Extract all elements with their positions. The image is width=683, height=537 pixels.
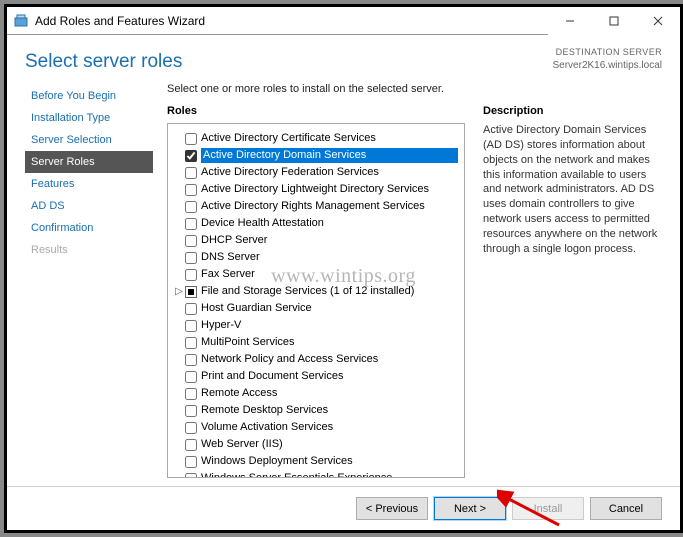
next-button[interactable]: Next >: [434, 497, 506, 520]
role-label[interactable]: DNS Server: [201, 250, 458, 265]
role-checkbox[interactable]: [185, 337, 197, 349]
role-checkbox[interactable]: [185, 269, 197, 281]
role-row[interactable]: DHCP Server: [172, 232, 460, 249]
maximize-button[interactable]: [592, 7, 636, 35]
stepper: Before You BeginInstallation TypeServer …: [25, 79, 153, 478]
role-label[interactable]: Windows Server Essentials Experience: [201, 471, 458, 478]
install-button[interactable]: Install: [512, 497, 584, 520]
role-row[interactable]: Fax Server: [172, 266, 460, 283]
role-row[interactable]: Windows Deployment Services: [172, 453, 460, 470]
role-row[interactable]: Active Directory Rights Management Servi…: [172, 198, 460, 215]
role-row[interactable]: Active Directory Certificate Services: [172, 130, 460, 147]
role-checkbox[interactable]: [185, 388, 197, 400]
role-label[interactable]: DHCP Server: [201, 233, 458, 248]
cancel-button[interactable]: Cancel: [590, 497, 662, 520]
description-panel: Description Active Directory Domain Serv…: [465, 105, 662, 478]
role-label[interactable]: Remote Desktop Services: [201, 403, 458, 418]
role-row[interactable]: Print and Document Services: [172, 368, 460, 385]
role-label[interactable]: File and Storage Services (1 of 12 insta…: [201, 284, 458, 299]
step-results: Results: [25, 239, 153, 261]
role-checkbox[interactable]: [185, 201, 197, 213]
role-label[interactable]: Windows Deployment Services: [201, 454, 458, 469]
app-icon: [13, 13, 29, 29]
role-checkbox[interactable]: [185, 354, 197, 366]
title-bar: Add Roles and Features Wizard: [7, 7, 680, 35]
role-checkbox[interactable]: [185, 184, 197, 196]
wizard-window: Add Roles and Features Wizard Select ser…: [7, 7, 680, 530]
role-row[interactable]: MultiPoint Services: [172, 334, 460, 351]
window-title: Add Roles and Features Wizard: [35, 14, 205, 28]
roles-heading: Roles: [167, 105, 465, 117]
instruction-text: Select one or more roles to install on t…: [167, 83, 662, 95]
close-button[interactable]: [636, 7, 680, 35]
role-row[interactable]: Remote Access: [172, 385, 460, 402]
role-checkbox[interactable]: [185, 133, 197, 145]
role-row[interactable]: Active Directory Lightweight Directory S…: [172, 181, 460, 198]
role-checkbox[interactable]: [185, 252, 197, 264]
description-text: Active Directory Domain Services (AD DS)…: [483, 123, 662, 257]
role-checkbox[interactable]: [185, 371, 197, 383]
description-heading: Description: [483, 105, 662, 117]
main-column: Select one or more roles to install on t…: [153, 79, 662, 478]
role-row[interactable]: Remote Desktop Services: [172, 402, 460, 419]
roles-list[interactable]: Active Directory Certificate Services Act…: [167, 123, 465, 478]
role-checkbox[interactable]: [185, 473, 197, 479]
role-row[interactable]: Active Directory Federation Services: [172, 164, 460, 181]
role-checkbox[interactable]: [185, 320, 197, 332]
minimize-button[interactable]: [548, 7, 592, 35]
role-checkbox[interactable]: [185, 286, 197, 298]
role-row[interactable]: Windows Server Essentials Experience: [172, 470, 460, 478]
role-label[interactable]: MultiPoint Services: [201, 335, 458, 350]
role-label[interactable]: Print and Document Services: [201, 369, 458, 384]
role-label[interactable]: Fax Server: [201, 267, 458, 282]
role-row[interactable]: Volume Activation Services: [172, 419, 460, 436]
step-server-selection[interactable]: Server Selection: [25, 129, 153, 151]
role-row[interactable]: Network Policy and Access Services: [172, 351, 460, 368]
step-server-roles[interactable]: Server Roles: [25, 151, 153, 173]
role-label[interactable]: Device Health Attestation: [201, 216, 458, 231]
header: Select server roles DESTINATION SERVER S…: [7, 35, 680, 79]
role-checkbox[interactable]: [185, 422, 197, 434]
role-checkbox[interactable]: [185, 235, 197, 247]
role-label[interactable]: Active Directory Federation Services: [201, 165, 458, 180]
roles-panel: Roles Active Directory Certificate Servi…: [167, 105, 465, 478]
role-label[interactable]: Remote Access: [201, 386, 458, 401]
role-row[interactable]: Device Health Attestation: [172, 215, 460, 232]
role-checkbox[interactable]: [185, 405, 197, 417]
step-features[interactable]: Features: [25, 173, 153, 195]
role-label[interactable]: Active Directory Domain Services: [201, 148, 458, 163]
role-checkbox[interactable]: [185, 218, 197, 230]
role-label[interactable]: Hyper-V: [201, 318, 458, 333]
role-label[interactable]: Volume Activation Services: [201, 420, 458, 435]
step-before-you-begin[interactable]: Before You Begin: [25, 85, 153, 107]
previous-button[interactable]: < Previous: [356, 497, 428, 520]
step-confirmation[interactable]: Confirmation: [25, 217, 153, 239]
role-label[interactable]: Active Directory Rights Management Servi…: [201, 199, 458, 214]
role-checkbox[interactable]: [185, 303, 197, 315]
role-row[interactable]: Hyper-V: [172, 317, 460, 334]
footer: < Previous Next > Install Cancel: [7, 486, 680, 530]
step-installation-type[interactable]: Installation Type: [25, 107, 153, 129]
role-row[interactable]: Host Guardian Service: [172, 300, 460, 317]
role-checkbox[interactable]: [185, 439, 197, 451]
expander-icon[interactable]: ▷: [174, 284, 184, 299]
role-checkbox[interactable]: [185, 456, 197, 468]
role-label[interactable]: Active Directory Certificate Services: [201, 131, 458, 146]
role-label[interactable]: Host Guardian Service: [201, 301, 458, 316]
destination-label: DESTINATION SERVER: [553, 47, 663, 59]
step-ad-ds[interactable]: AD DS: [25, 195, 153, 217]
destination-block: DESTINATION SERVER Server2K16.wintips.lo…: [553, 47, 663, 72]
role-row[interactable]: Active Directory Domain Services: [172, 147, 460, 164]
destination-server: Server2K16.wintips.local: [553, 59, 663, 72]
role-row[interactable]: ▷ File and Storage Services (1 of 12 inst…: [172, 283, 460, 300]
role-label[interactable]: Web Server (IIS): [201, 437, 458, 452]
role-label[interactable]: Network Policy and Access Services: [201, 352, 458, 367]
role-checkbox[interactable]: [185, 167, 197, 179]
role-row[interactable]: Web Server (IIS): [172, 436, 460, 453]
role-checkbox[interactable]: [185, 150, 197, 162]
role-row[interactable]: DNS Server: [172, 249, 460, 266]
role-label[interactable]: Active Directory Lightweight Directory S…: [201, 182, 458, 197]
page-title: Select server roles: [25, 51, 182, 73]
